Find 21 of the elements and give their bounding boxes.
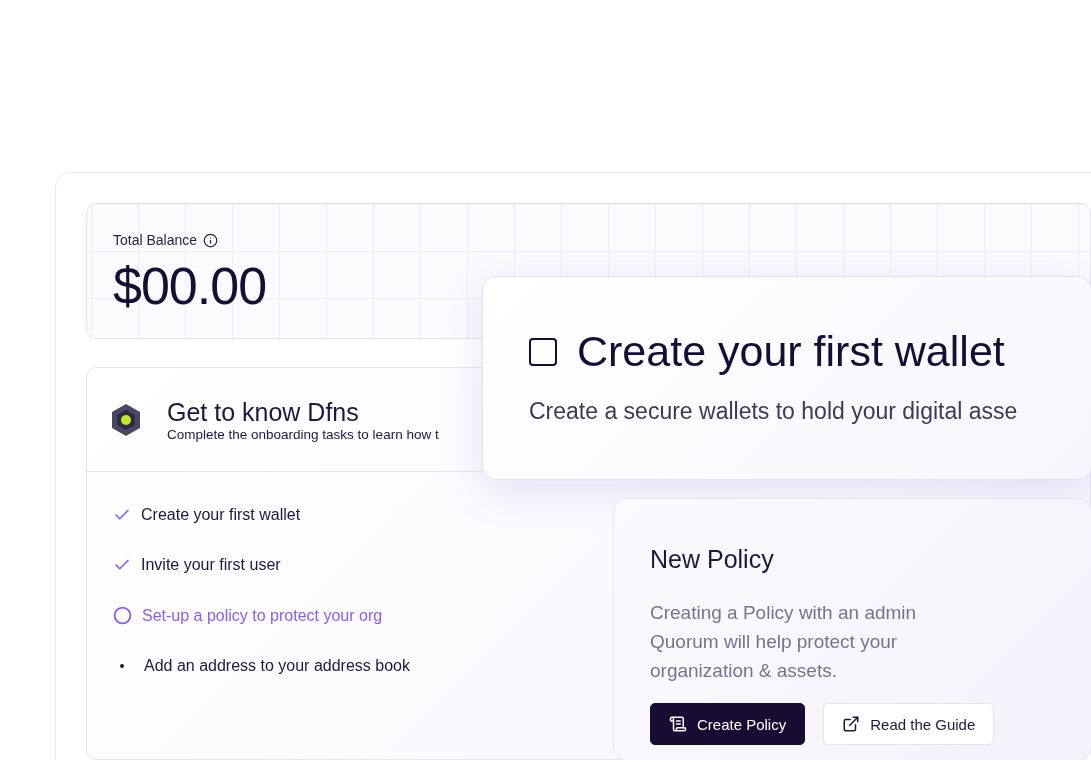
external-link-icon	[842, 715, 861, 733]
balance-amount: $00.00	[113, 256, 268, 316]
info-icon[interactable]	[203, 232, 219, 248]
task-card-title: Create your first wallet	[577, 327, 1005, 376]
task-label[interactable]: Create your first wallet	[141, 506, 301, 524]
task-label[interactable]: Invite your first user	[141, 556, 281, 574]
policy-description: Creating a Policy with an admin Quorum will help protect your organization & assets.	[650, 601, 918, 683]
balance-label: Total Balance	[113, 232, 198, 248]
onboarding-subtitle: Complete the onboarding tasks to learn how t	[167, 426, 439, 442]
scroll-icon	[669, 715, 687, 733]
task-label[interactable]: Set-up a policy to protect your org	[142, 606, 383, 625]
create-policy-button[interactable]: Create Policy	[650, 703, 806, 745]
checkbox[interactable]	[529, 337, 557, 366]
guide-button[interactable]: Read the Guide	[823, 703, 995, 745]
task-label[interactable]: Add an address to your address book	[144, 657, 410, 675]
cube-logo-icon	[111, 402, 141, 437]
onboarding-title: Get to know Dfns	[167, 397, 360, 427]
circle-icon	[113, 606, 132, 625]
bullet-icon	[120, 664, 124, 668]
policy-title: New Policy	[650, 545, 775, 574]
task-card-description: Create a secure wallets to hold your digital asse	[529, 398, 1019, 425]
